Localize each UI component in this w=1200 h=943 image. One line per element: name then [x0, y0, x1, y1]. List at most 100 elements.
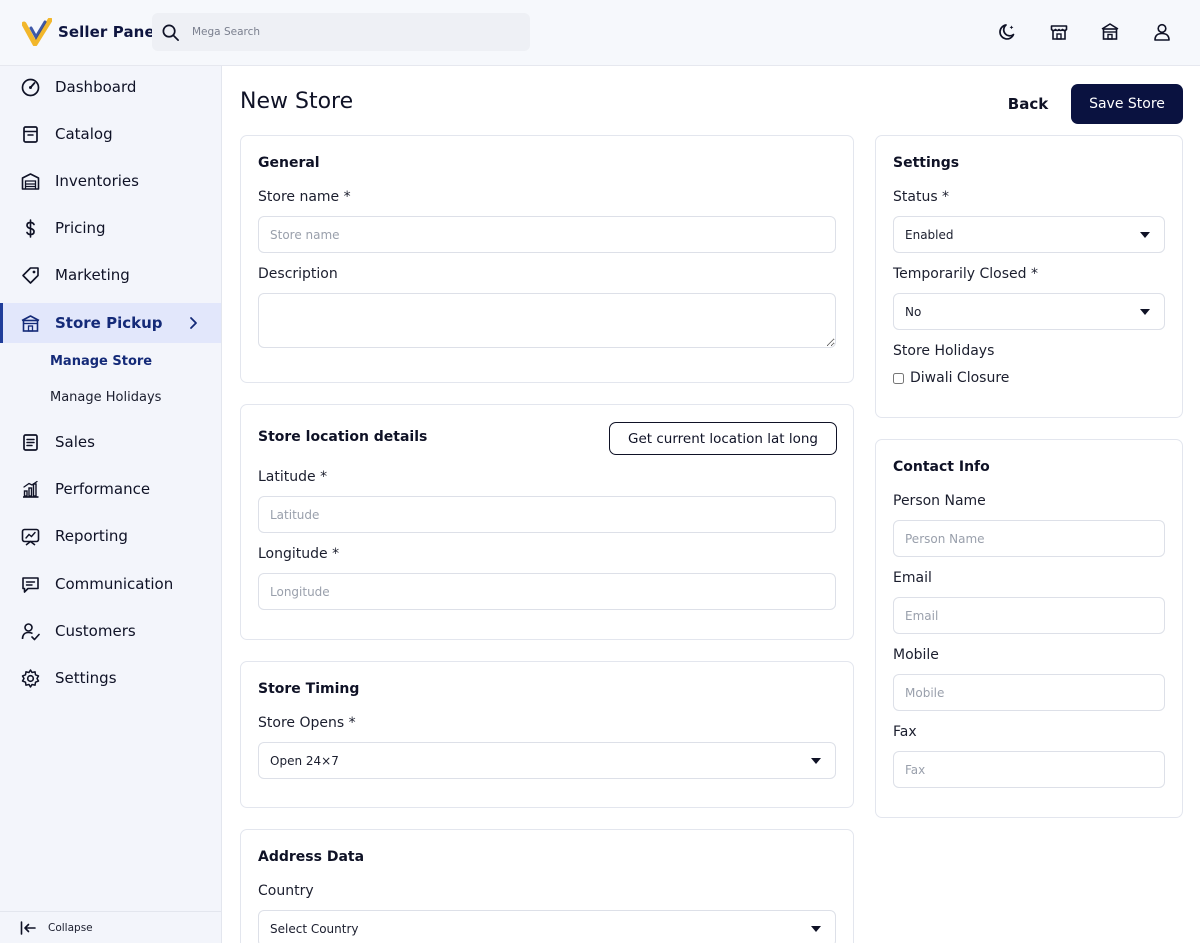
sidebar-item-catalog[interactable]: Catalog [0, 114, 221, 154]
sidebar-item-label: Dashboard [55, 78, 137, 96]
subitem-label: Manage Holidays [50, 389, 162, 405]
longitude-input[interactable] [258, 573, 836, 610]
longitude-label: Longitude * [258, 546, 340, 562]
latitude-input[interactable] [258, 496, 836, 533]
sidebar-item-dashboard[interactable]: Dashboard [0, 67, 221, 107]
country-label: Country [258, 883, 314, 899]
sidebar-item-settings[interactable]: Settings [0, 658, 221, 698]
receipt-icon [20, 432, 41, 453]
bar-chart-icon [20, 479, 41, 500]
subitem-label: Manage Store [50, 353, 153, 369]
email-input[interactable] [893, 597, 1165, 634]
sidebar-item-marketing[interactable]: Marketing [0, 255, 221, 295]
store-name-input[interactable] [258, 216, 836, 253]
sidebar-item-label: Pricing [55, 219, 106, 237]
brand-name: Seller Panel [58, 23, 160, 41]
subitem-manage-holidays[interactable]: Manage Holidays [0, 379, 221, 415]
temporarily-closed-select[interactable]: No [893, 293, 1165, 330]
get-location-button[interactable]: Get current location lat long [609, 422, 837, 455]
collapse-button[interactable]: Collapse [0, 911, 221, 943]
address-card: Address Data Country Select Country [240, 829, 854, 943]
subitem-manage-store[interactable]: Manage Store [0, 343, 221, 379]
brand-logo[interactable]: Seller Panel [22, 18, 160, 46]
timing-card: Store Timing Store Opens * Open 24×7 [240, 661, 854, 808]
select-value: Select Country [270, 921, 359, 936]
general-card: General Store name * Description [240, 135, 854, 383]
sidebar-item-customers[interactable]: Customers [0, 611, 221, 651]
sidebar-item-inventories[interactable]: Inventories [0, 161, 221, 201]
sidebar-item-label: Sales [55, 433, 95, 451]
collapse-label: Collapse [48, 921, 93, 934]
save-store-button[interactable]: Save Store [1071, 84, 1183, 124]
store-holidays-label: Store Holidays [893, 343, 995, 359]
status-select[interactable]: Enabled [893, 216, 1165, 253]
warehouse-icon [20, 171, 41, 192]
page-title: New Store [240, 89, 354, 114]
country-select[interactable]: Select Country [258, 910, 836, 943]
search-icon [162, 24, 179, 41]
card-title: Contact Info [893, 459, 990, 475]
mobile-label: Mobile [893, 647, 939, 663]
sidebar-item-store-pickup[interactable]: Store Pickup [0, 303, 221, 343]
mobile-input[interactable] [893, 674, 1165, 711]
temporarily-closed-label: Temporarily Closed * [893, 266, 1038, 282]
latitude-label: Latitude * [258, 469, 328, 485]
settings-card: Settings Status * Enabled Temporarily Cl… [875, 135, 1183, 418]
mega-search[interactable] [152, 13, 530, 51]
storefront-icon[interactable] [1048, 21, 1070, 43]
holiday-option[interactable]: Diwali Closure [893, 370, 1009, 386]
card-title: Address Data [258, 849, 365, 865]
select-value: Open 24×7 [270, 753, 339, 768]
select-value: Enabled [905, 227, 954, 242]
store-name-label: Store name * [258, 189, 351, 205]
card-title: Store location details [258, 429, 428, 445]
store-opens-label: Store Opens * [258, 715, 356, 731]
chat-icon [20, 574, 41, 595]
sidebar-item-label: Settings [55, 669, 117, 687]
card-title: Settings [893, 155, 960, 171]
dollar-icon [20, 218, 41, 239]
moon-icon[interactable] [997, 21, 1019, 43]
sidebar-item-label: Customers [55, 622, 136, 640]
user-icon[interactable] [1151, 21, 1173, 43]
person-name-input[interactable] [893, 520, 1165, 557]
search-input[interactable] [192, 26, 512, 38]
status-label: Status * [893, 189, 950, 205]
tag-icon [20, 265, 41, 286]
sidebar-item-sales[interactable]: Sales [0, 422, 221, 462]
sidebar-item-label: Communication [55, 575, 174, 593]
store-building-icon[interactable] [1099, 21, 1121, 43]
sidebar-item-label: Marketing [55, 266, 130, 284]
back-button[interactable]: Back [998, 86, 1058, 122]
sidebar-item-communication[interactable]: Communication [0, 564, 221, 604]
caret-down-icon [811, 758, 821, 764]
fax-input[interactable] [893, 751, 1165, 788]
report-icon [20, 526, 41, 547]
logo-check-icon [22, 18, 52, 46]
holiday-option-label: Diwali Closure [910, 370, 1010, 386]
caret-down-icon [1140, 309, 1150, 315]
card-title: General [258, 155, 320, 171]
sidebar-item-label: Store Pickup [55, 314, 163, 332]
sidebar-item-label: Catalog [55, 125, 113, 143]
description-label: Description [258, 266, 338, 282]
sidebar: Dashboard Catalog Inventories Pricing Ma… [0, 66, 222, 943]
location-card: Store location details Get current locat… [240, 404, 854, 640]
gear-icon [20, 668, 41, 689]
sidebar-item-label: Inventories [55, 172, 139, 190]
holiday-checkbox[interactable] [893, 372, 904, 384]
dashboard-gauge-icon [20, 77, 41, 98]
fax-label: Fax [893, 724, 917, 740]
sidebar-item-performance[interactable]: Performance [0, 469, 221, 509]
catalog-icon [20, 124, 41, 145]
description-textarea[interactable] [258, 293, 836, 348]
store-opens-select[interactable]: Open 24×7 [258, 742, 836, 779]
sidebar-item-pricing[interactable]: Pricing [0, 208, 221, 248]
sidebar-item-reporting[interactable]: Reporting [0, 516, 221, 556]
contact-card: Contact Info Person Name Email Mobile Fa… [875, 439, 1183, 818]
caret-down-icon [1140, 232, 1150, 238]
customers-icon [20, 621, 41, 642]
store-icon [20, 313, 41, 334]
chevron-right-icon [190, 317, 197, 329]
select-value: No [905, 304, 922, 319]
